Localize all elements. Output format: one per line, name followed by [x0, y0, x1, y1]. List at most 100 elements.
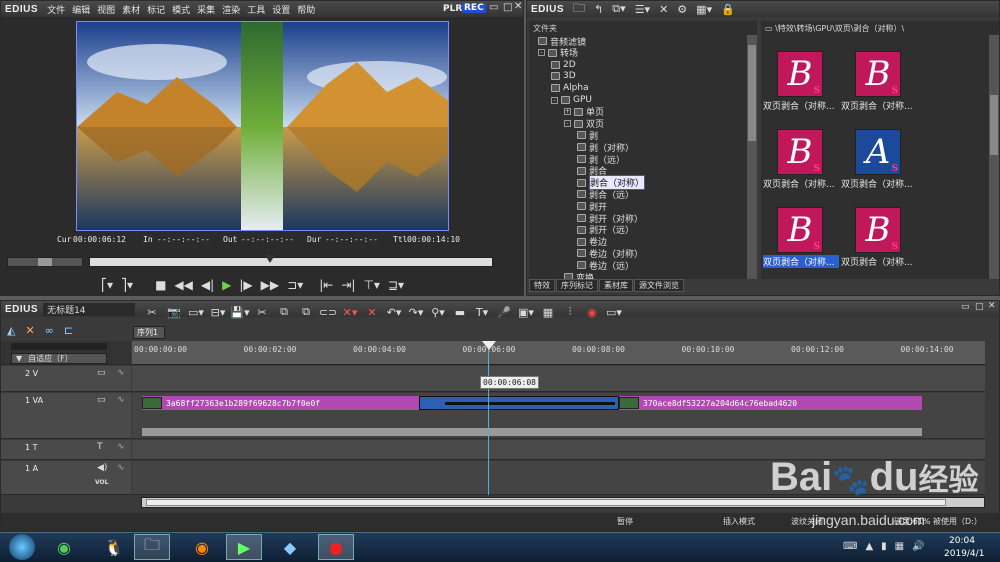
effects-tab-1[interactable]: 序列标记: [556, 279, 598, 292]
browser-360-icon[interactable]: ◉: [46, 534, 82, 560]
shuttle-slider[interactable]: [7, 257, 83, 267]
mode-icon[interactable]: ◭: [7, 324, 15, 337]
tree-item[interactable]: 音频滤镜: [538, 35, 586, 48]
save-icon[interactable]: 💾▾: [229, 304, 251, 320]
shuttle-handle[interactable]: [38, 258, 52, 266]
tree-item[interactable]: 剥: [577, 129, 598, 142]
expand-icon[interactable]: +: [564, 108, 571, 116]
effect-thumbnail[interactable]: AS: [855, 129, 901, 175]
timeline-close-icon[interactable]: ✕: [988, 301, 996, 311]
view-icon[interactable]: ▦▾: [696, 3, 712, 16]
transition-block[interactable]: [419, 396, 619, 410]
tree-item[interactable]: 卷边: [577, 236, 607, 248]
lane-2v[interactable]: [132, 366, 985, 392]
timeline-scroll-thumb[interactable]: [146, 499, 946, 506]
marker-icon[interactable]: ⚲▾: [427, 304, 449, 320]
stack-icon[interactable]: ☰▾: [635, 3, 650, 16]
new-icon[interactable]: ▭▾: [185, 304, 207, 320]
tree-scroll-thumb[interactable]: [748, 45, 756, 141]
track-header[interactable]: 1 T T ∿: [1, 440, 131, 460]
rec-label[interactable]: REC: [462, 3, 486, 13]
tree-item[interactable]: 剥（对称）: [577, 141, 634, 154]
close-icon[interactable]: ✕: [514, 1, 522, 12]
tree-item[interactable]: 变换: [564, 271, 594, 279]
clip-1[interactable]: 3a68ff27363e1b289f69628c7b7f0e0f: [142, 396, 442, 410]
tree-scrollbar[interactable]: [747, 35, 757, 279]
playhead-icon[interactable]: [482, 341, 496, 350]
keyboard-icon[interactable]: ⌨: [843, 541, 857, 552]
effects-tab-3[interactable]: 源文件浏览: [634, 279, 684, 292]
tree-item[interactable]: 卷边（远）: [577, 259, 634, 272]
recorder-taskbar-icon[interactable]: ●: [318, 534, 354, 560]
mode-select[interactable]: ▼ 自适应（F）: [11, 353, 107, 364]
tree-item[interactable]: 剥（远）: [577, 153, 625, 166]
tree-item[interactable]: 剥开（对称）: [577, 212, 643, 225]
menu-item-5[interactable]: 模式: [172, 3, 190, 16]
stop-icon[interactable]: ■: [155, 278, 166, 292]
track-header[interactable]: 2 V ▭ ∿: [1, 366, 131, 392]
effect-caption[interactable]: 双页剥合（对称...: [841, 99, 917, 112]
effect-thumbnail[interactable]: BS: [855, 207, 901, 253]
expand-icon[interactable]: -: [538, 49, 545, 57]
output-icon[interactable]: ⊒▾: [388, 278, 404, 292]
track-toggle-icon[interactable]: ▭: [97, 395, 106, 405]
edius-taskbar-icon[interactable]: ▶: [226, 534, 262, 560]
step-forward-icon[interactable]: |▶: [239, 278, 252, 292]
playhead-line[interactable]: [488, 345, 489, 495]
fx-icon[interactable]: ▬: [449, 304, 471, 320]
effect-thumbnail[interactable]: BS: [777, 207, 823, 253]
menu-item-0[interactable]: 文件: [47, 3, 65, 16]
tree-item[interactable]: 剥合（对称）: [577, 175, 646, 191]
tree-item[interactable]: - GPU: [551, 94, 592, 106]
time-ruler[interactable]: 00:00:00:00 00:00:02:00 00:00:04:00 00:00:0…: [132, 341, 985, 365]
menu-item-7[interactable]: 渲染: [222, 3, 240, 16]
start-button-icon[interactable]: [4, 534, 40, 560]
tree-item[interactable]: 3D: [551, 70, 576, 82]
sequence-tab[interactable]: 序列1: [133, 326, 165, 339]
sync-icon[interactable]: ✕: [25, 324, 34, 337]
timeline-maximize-icon[interactable]: □: [975, 302, 984, 312]
grid-scroll-thumb[interactable]: [990, 95, 998, 155]
vol-label[interactable]: VOL: [95, 479, 108, 486]
title-icon[interactable]: T▾: [471, 304, 493, 320]
lane-1va[interactable]: 3a68ff27363e1b289f69628c7b7f0e0f 370ace8…: [132, 393, 985, 439]
copy-icon[interactable]: ⧉: [273, 304, 295, 320]
view-mode-icon[interactable]: ⊏: [64, 324, 73, 337]
header-slider[interactable]: [11, 343, 107, 350]
clock-date[interactable]: 2019/4/1: [944, 549, 984, 559]
tree-item[interactable]: - 转场: [538, 47, 578, 59]
track-toggle-icon[interactable]: ▭: [97, 368, 106, 378]
expand-icon[interactable]: -: [551, 96, 558, 104]
tree-item[interactable]: - 双页: [564, 118, 604, 130]
effects-tab-0[interactable]: 特效: [529, 279, 555, 292]
overwrite-icon[interactable]: ⇥|: [341, 278, 355, 292]
effect-caption[interactable]: 双页剥合（对称...: [763, 99, 839, 112]
firefox-icon[interactable]: ◉: [184, 534, 220, 560]
trim-icon[interactable]: ⊤▾: [363, 278, 379, 292]
grid-scrollbar[interactable]: [989, 35, 999, 279]
track-header[interactable]: 1 VA ▭ ∿: [1, 393, 131, 439]
track-toggle-icon[interactable]: T: [97, 442, 103, 452]
menu-item-1[interactable]: 编辑: [72, 3, 90, 16]
volume-icon[interactable]: 🔊: [912, 541, 924, 552]
open-icon[interactable]: ⊟▾: [207, 304, 229, 320]
tree-item[interactable]: 剥开（远）: [577, 224, 634, 236]
tree-item[interactable]: Alpha: [551, 82, 589, 94]
record-icon[interactable]: ◉: [581, 304, 603, 320]
timeline-settings-icon[interactable]: ▭▾: [603, 304, 625, 320]
insert-icon[interactable]: |⇤: [319, 278, 333, 292]
step-back-icon[interactable]: ◀|: [201, 278, 214, 292]
fast-forward-icon[interactable]: ▶▶: [261, 278, 279, 292]
track-toggle-icon[interactable]: ◀): [97, 463, 107, 473]
tree-item[interactable]: + 单页: [564, 106, 604, 118]
menu-item-3[interactable]: 素材: [122, 3, 140, 16]
plr-label[interactable]: PLR: [443, 4, 462, 14]
menu-item-9[interactable]: 设置: [272, 3, 290, 16]
up-icon[interactable]: ↰: [594, 3, 603, 16]
effect-thumbnail[interactable]: BS: [777, 129, 823, 175]
play-icon[interactable]: ▶: [222, 278, 231, 292]
tree-item[interactable]: 剥开: [577, 200, 607, 213]
tree-item[interactable]: 剥合（远）: [577, 188, 634, 201]
menu-item-6[interactable]: 采集: [197, 3, 215, 16]
razor-icon[interactable]: ✂: [141, 304, 163, 320]
